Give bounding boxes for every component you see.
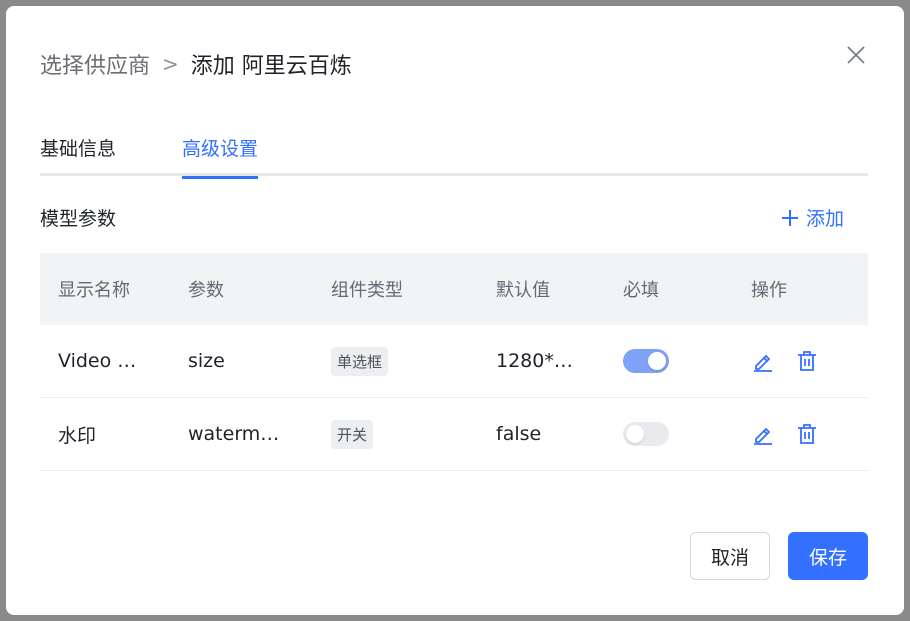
toggle-knob bbox=[648, 352, 666, 370]
dialog: 选择供应商 > 添加 阿里云百炼 基础信息 高级设置 模型参数 添加 显示名称 … bbox=[6, 6, 904, 615]
required-toggle[interactable] bbox=[623, 349, 669, 373]
close-button[interactable] bbox=[844, 43, 868, 67]
row-required-cell bbox=[623, 325, 669, 397]
breadcrumb: 选择供应商 > 添加 阿里云百炼 bbox=[40, 44, 352, 84]
plus-icon bbox=[782, 209, 798, 226]
header-display-name: 显示名称 bbox=[58, 280, 130, 301]
row-param: waterm… bbox=[188, 423, 280, 445]
edit-icon bbox=[754, 428, 772, 445]
tab-bar: 基础信息 高级设置 bbox=[40, 128, 868, 179]
tab-advanced-settings[interactable]: 高级设置 bbox=[182, 134, 259, 179]
trash-icon bbox=[798, 351, 816, 371]
delete-button[interactable] bbox=[795, 349, 819, 373]
row-display-name: 水印 bbox=[58, 424, 97, 447]
row-component-cell: 单选框 bbox=[331, 325, 389, 397]
add-param-label: 添加 bbox=[806, 208, 845, 230]
section-title: 模型参数 bbox=[40, 208, 117, 230]
edit-button[interactable] bbox=[751, 422, 775, 446]
breadcrumb-separator: > bbox=[162, 52, 179, 76]
edit-button[interactable] bbox=[751, 349, 775, 373]
component-type-tag: 开关 bbox=[331, 419, 374, 449]
header-required: 必填 bbox=[623, 280, 659, 301]
tab-basic-info[interactable]: 基础信息 bbox=[40, 134, 116, 176]
table-header: 显示名称 参数 组件类型 默认值 必填 操作 bbox=[40, 253, 868, 325]
row-param: size bbox=[188, 350, 225, 372]
row-required-cell bbox=[623, 398, 669, 470]
row-default: 1280*… bbox=[496, 350, 573, 372]
header-component: 组件类型 bbox=[331, 280, 403, 301]
params-table: 显示名称 参数 组件类型 默认值 必填 操作 Video … size 单选框 … bbox=[40, 253, 868, 471]
component-type-tag: 单选框 bbox=[331, 346, 389, 376]
edit-icon bbox=[754, 355, 772, 372]
table-row: Video … size 单选框 1280*… bbox=[40, 325, 868, 398]
required-toggle[interactable] bbox=[623, 422, 669, 446]
table-row: 水印 waterm… 开关 false bbox=[40, 398, 868, 471]
header-default: 默认值 bbox=[496, 280, 550, 301]
row-actions bbox=[751, 325, 839, 397]
save-button[interactable]: 保存 bbox=[788, 532, 868, 580]
row-display-name: Video … bbox=[58, 350, 137, 372]
breadcrumb-current: 添加 阿里云百炼 bbox=[190, 54, 352, 79]
header-actions: 操作 bbox=[751, 280, 787, 301]
add-param-button[interactable]: 添加 bbox=[780, 204, 844, 231]
cancel-button[interactable]: 取消 bbox=[690, 532, 770, 580]
delete-button[interactable] bbox=[795, 422, 819, 446]
breadcrumb-parent[interactable]: 选择供应商 bbox=[40, 48, 150, 80]
trash-icon bbox=[798, 424, 816, 444]
header-param: 参数 bbox=[188, 280, 224, 301]
toggle-knob bbox=[626, 425, 644, 443]
row-actions bbox=[751, 398, 839, 470]
close-icon bbox=[847, 46, 865, 64]
row-default: false bbox=[496, 423, 542, 445]
row-component-cell: 开关 bbox=[331, 398, 374, 470]
